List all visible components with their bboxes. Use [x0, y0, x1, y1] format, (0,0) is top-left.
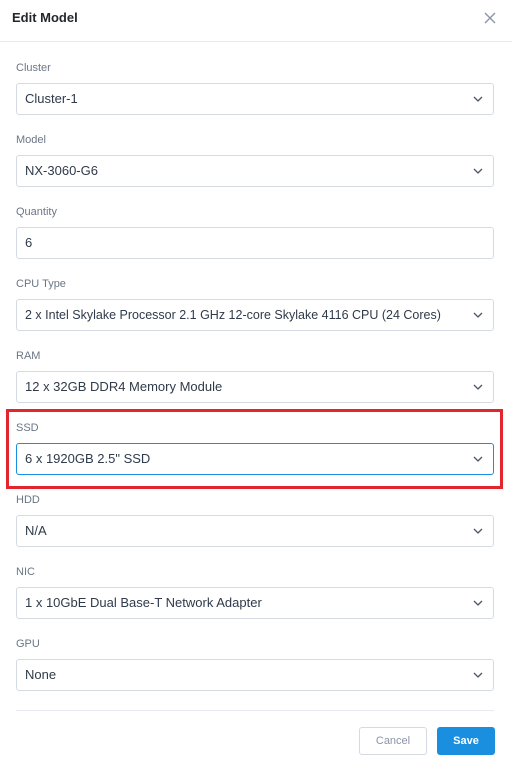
quantity-input[interactable]: 6: [16, 227, 494, 259]
cluster-select[interactable]: Cluster-1: [16, 83, 494, 115]
cluster-label: Cluster: [16, 62, 51, 74]
ram-value: 12 x 32GB DDR4 Memory Module: [25, 379, 223, 394]
nic-select[interactable]: 1 x 10GbE Dual Base-T Network Adapter: [16, 587, 494, 619]
nic-value: 1 x 10GbE Dual Base-T Network Adapter: [25, 595, 262, 610]
cpu-type-label: CPU Type: [16, 278, 66, 290]
model-value: NX-3060-G6: [25, 163, 98, 178]
chevron-down-icon: [473, 384, 483, 390]
quantity-label: Quantity: [16, 206, 57, 218]
ssd-value: 6 x 1920GB 2.5" SSD: [25, 451, 151, 466]
ram-select[interactable]: 12 x 32GB DDR4 Memory Module: [16, 371, 494, 403]
gpu-select[interactable]: None: [16, 659, 494, 691]
model-select[interactable]: NX-3060-G6: [16, 155, 494, 187]
cancel-button[interactable]: Cancel: [359, 727, 427, 755]
chevron-down-icon: [473, 600, 483, 606]
chevron-down-icon: [473, 96, 483, 102]
gpu-value: None: [25, 667, 57, 682]
chevron-down-icon: [473, 456, 483, 462]
edit-model-modal: Edit Model Cluster Cluster-1 Model NX-30…: [0, 0, 512, 772]
hdd-value: N/A: [25, 523, 47, 538]
chevron-down-icon: [473, 528, 483, 534]
modal-title: Edit Model: [12, 10, 78, 25]
gpu-label: GPU: [16, 638, 40, 650]
chevron-down-icon: [473, 312, 483, 318]
ram-label: RAM: [16, 350, 41, 362]
modal-header: Edit Model: [0, 0, 512, 42]
chevron-down-icon: [473, 672, 483, 678]
model-label: Model: [16, 134, 46, 146]
hdd-label: HDD: [16, 494, 40, 506]
chevron-down-icon: [473, 168, 483, 174]
hdd-select[interactable]: N/A: [16, 515, 494, 547]
footer-divider: [16, 710, 494, 711]
cluster-value: Cluster-1: [25, 91, 78, 106]
close-icon[interactable]: [482, 10, 498, 26]
cpu-type-value: 2 x Intel Skylake Processor 2.1 GHz 12-c…: [25, 308, 441, 322]
cpu-type-select[interactable]: 2 x Intel Skylake Processor 2.1 GHz 12-c…: [16, 299, 494, 331]
save-button[interactable]: Save: [437, 727, 495, 755]
ssd-label: SSD: [16, 422, 39, 434]
ssd-select[interactable]: 6 x 1920GB 2.5" SSD: [16, 443, 494, 475]
quantity-value: 6: [25, 235, 33, 250]
nic-label: NIC: [16, 566, 35, 578]
